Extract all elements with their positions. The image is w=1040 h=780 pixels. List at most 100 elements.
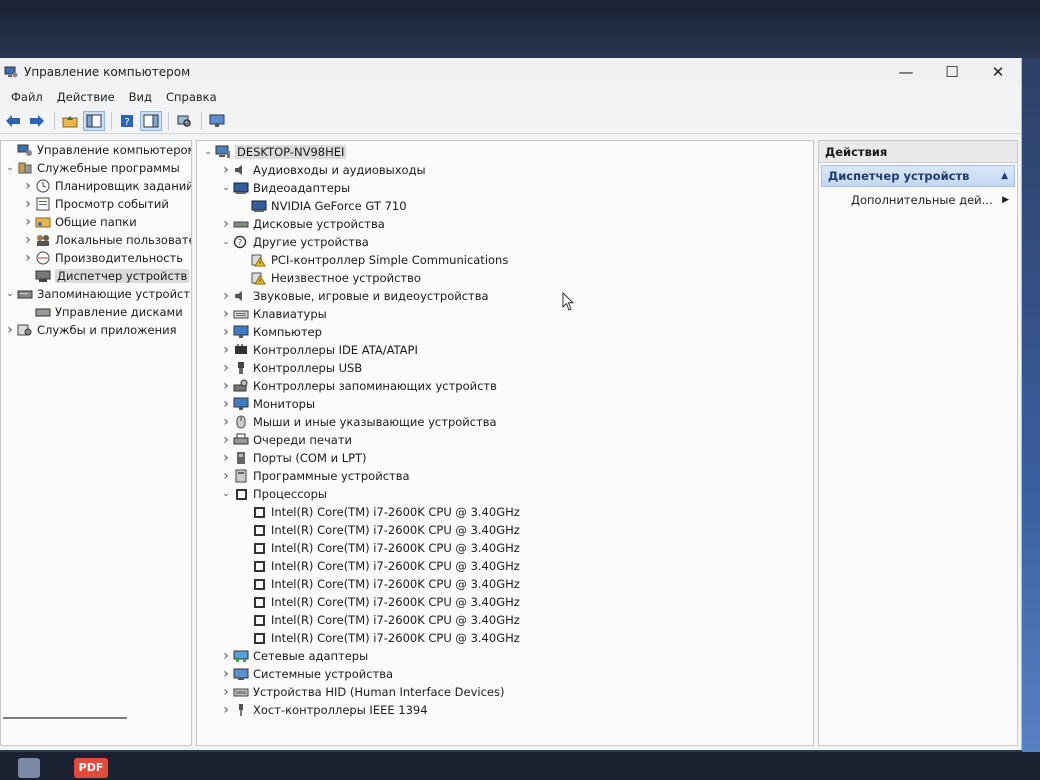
collapsed-chevron-icon[interactable]: ›	[219, 648, 233, 664]
device-tree-item[interactable]: Intel(R) Core(TM) i7-2600K CPU @ 3.40GHz	[197, 503, 813, 521]
console-tree-item[interactable]: Управление дисками	[1, 303, 191, 321]
collapsed-chevron-icon[interactable]: ›	[219, 396, 233, 412]
taskbar-app-icon[interactable]	[18, 758, 40, 778]
more-actions-label: Дополнительные дей...	[851, 193, 993, 207]
device-tree-item[interactable]: NVIDIA GeForce GT 710	[197, 197, 813, 215]
console-tree-item[interactable]: ⌄ Запоминающие устройст	[1, 285, 191, 303]
collapsed-chevron-icon[interactable]: ›	[21, 250, 35, 266]
device-tree-item[interactable]: Intel(R) Core(TM) i7-2600K CPU @ 3.40GHz	[197, 593, 813, 611]
collapsed-chevron-icon[interactable]: ›	[21, 196, 35, 212]
device-tree-item[interactable]: › Порты (COM и LPT)	[197, 449, 813, 467]
device-tree-item[interactable]: › Мыши и иные указывающие устройства	[197, 413, 813, 431]
device-tree-item[interactable]: › Контроллеры запоминающих устройств	[197, 377, 813, 395]
collapsed-chevron-icon[interactable]: ›	[219, 288, 233, 304]
expanded-chevron-icon[interactable]: ⌄	[3, 163, 17, 173]
console-tree-item[interactable]: › Локальные пользовате	[1, 231, 191, 249]
help-button[interactable]: ?	[116, 111, 138, 131]
device-tree-item[interactable]: › Программные устройства	[197, 467, 813, 485]
actions-section-device-manager[interactable]: Диспетчер устройств ▲	[821, 165, 1015, 187]
console-tree-item[interactable]: › Производительность	[1, 249, 191, 267]
console-tree-item[interactable]: Диспетчер устройств	[1, 267, 191, 285]
expanded-chevron-icon[interactable]: ⌄	[219, 489, 233, 499]
collapsed-chevron-icon[interactable]: ›	[219, 666, 233, 682]
collapsed-chevron-icon[interactable]: ›	[219, 450, 233, 466]
device-tree-item[interactable]: Неизвестное устройство	[197, 269, 813, 287]
device-tree-item[interactable]: PCI-контроллер Simple Communications	[197, 251, 813, 269]
menu-action[interactable]: Действие	[50, 90, 122, 104]
more-actions-item[interactable]: Дополнительные дей... ▶	[819, 189, 1017, 211]
close-button[interactable]: ✕	[975, 58, 1021, 86]
device-tree-item[interactable]: › Мониторы	[197, 395, 813, 413]
collapsed-chevron-icon[interactable]: ›	[3, 322, 17, 338]
collapsed-chevron-icon[interactable]: ›	[219, 306, 233, 322]
device-tree-item[interactable]: › Дисковые устройства	[197, 215, 813, 233]
monitor-button[interactable]	[206, 111, 228, 131]
maximize-button[interactable]: ☐	[929, 58, 975, 86]
device-tree-item[interactable]: › Устройства HID (Human Interface Devices…	[197, 683, 813, 701]
device-tree-item[interactable]: Intel(R) Core(TM) i7-2600K CPU @ 3.40GHz	[197, 611, 813, 629]
expanded-chevron-icon[interactable]: ⌄	[219, 237, 233, 247]
device-tree-item[interactable]: › Клавиатуры	[197, 305, 813, 323]
device-tree-item[interactable]: › Сетевые адаптеры	[197, 647, 813, 665]
expanded-chevron-icon[interactable]: ⌄	[3, 289, 17, 299]
device-tree-item[interactable]: Intel(R) Core(TM) i7-2600K CPU @ 3.40GHz	[197, 629, 813, 647]
console-tree-item[interactable]: › Просмотр событий	[1, 195, 191, 213]
console-tree-item[interactable]: › Планировщик заданий	[1, 177, 191, 195]
collapsed-chevron-icon[interactable]: ›	[219, 432, 233, 448]
mouse-pointer-icon	[562, 292, 575, 311]
expanded-chevron-icon[interactable]: ⌄	[201, 147, 215, 157]
menu-view[interactable]: Вид	[122, 90, 159, 104]
collapsed-chevron-icon[interactable]: ›	[21, 178, 35, 194]
collapsed-chevron-icon[interactable]: ›	[219, 378, 233, 394]
device-tree-item[interactable]: › Системные устройства	[197, 665, 813, 683]
forward-button[interactable]	[26, 111, 48, 131]
collapsed-chevron-icon[interactable]: ›	[21, 232, 35, 248]
show-hide-tree-button[interactable]	[83, 110, 105, 131]
console-tree-item[interactable]: Управление компьютером (л	[1, 141, 191, 159]
device-tree-item[interactable]: ⌄ Процессоры	[197, 485, 813, 503]
collapsed-chevron-icon[interactable]: ›	[21, 214, 35, 230]
expanded-chevron-icon[interactable]: ⌄	[219, 183, 233, 193]
device-tree-item[interactable]: › Контроллеры IDE ATA/ATAPI	[197, 341, 813, 359]
scan-hardware-button[interactable]	[173, 111, 195, 131]
device-tree-item[interactable]: › Хост-контроллеры IEEE 1394	[197, 701, 813, 719]
collapsed-chevron-icon[interactable]: ›	[219, 324, 233, 340]
title-bar[interactable]: Управление компьютером — ☐ ✕	[0, 58, 1021, 86]
collapsed-chevron-icon[interactable]: ›	[219, 342, 233, 358]
menu-file[interactable]: Файл	[4, 90, 50, 104]
console-tree-item[interactable]: ⌄ Служебные программы	[1, 159, 191, 177]
collapsed-chevron-icon[interactable]: ›	[219, 468, 233, 484]
taskbar-pdf-icon[interactable]: PDF	[74, 758, 108, 778]
horizontal-scrollbar[interactable]	[3, 717, 127, 719]
device-tree-item[interactable]: ⌄? Другие устройства	[197, 233, 813, 251]
collapsed-chevron-icon[interactable]: ›	[219, 414, 233, 430]
back-button[interactable]	[2, 111, 24, 131]
device-tree-item[interactable]: Intel(R) Core(TM) i7-2600K CPU @ 3.40GHz	[197, 575, 813, 593]
svg-text:?: ?	[124, 117, 129, 128]
menu-help[interactable]: Справка	[159, 90, 224, 104]
collapsed-chevron-icon[interactable]: ›	[219, 162, 233, 178]
console-tree-item[interactable]: › Службы и приложения	[1, 321, 191, 339]
actions-section-label: Диспетчер устройств	[828, 169, 970, 183]
device-tree-item[interactable]: › Аудиовходы и аудиовыходы	[197, 161, 813, 179]
device-tree-item[interactable]: Intel(R) Core(TM) i7-2600K CPU @ 3.40GHz	[197, 539, 813, 557]
device-tree-label: Хост-контроллеры IEEE 1394	[253, 703, 428, 717]
collapsed-chevron-icon[interactable]: ›	[219, 360, 233, 376]
show-action-pane-button[interactable]	[140, 110, 162, 131]
device-tree-item[interactable]: Intel(R) Core(TM) i7-2600K CPU @ 3.40GHz	[197, 521, 813, 539]
device-tree-item[interactable]: Intel(R) Core(TM) i7-2600K CPU @ 3.40GHz	[197, 557, 813, 575]
device-tree-item[interactable]: › Звуковые, игровые и видеоустройства	[197, 287, 813, 305]
collapsed-chevron-icon[interactable]: ›	[219, 684, 233, 700]
minimize-button[interactable]: —	[883, 58, 929, 86]
device-tree-item[interactable]: › Контроллеры USB	[197, 359, 813, 377]
device-tree-item[interactable]: ⌄ DESKTOP-NV98HEI	[197, 143, 813, 161]
clock-icon	[35, 179, 51, 193]
collapsed-chevron-icon[interactable]: ›	[219, 216, 233, 232]
device-tree-item[interactable]: › Компьютер	[197, 323, 813, 341]
up-level-button[interactable]	[59, 111, 81, 131]
device-tree-item[interactable]: › Очереди печати	[197, 431, 813, 449]
console-tree-item[interactable]: › Общие папки	[1, 213, 191, 231]
device-tree-item[interactable]: ⌄ Видеоадаптеры	[197, 179, 813, 197]
toolbar-separator	[168, 111, 169, 130]
collapsed-chevron-icon[interactable]: ›	[219, 702, 233, 718]
